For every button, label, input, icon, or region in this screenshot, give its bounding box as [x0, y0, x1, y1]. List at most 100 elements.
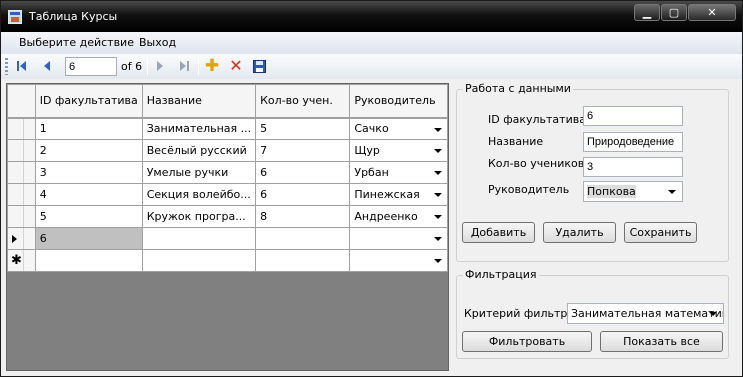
leader-select-value: Попкова	[587, 185, 636, 198]
column-header[interactable]: ID факультатива	[34, 84, 143, 119]
column-header[interactable]: Руководитель	[349, 84, 448, 119]
cell-id[interactable]: 6	[34, 227, 143, 250]
chevron-down-icon[interactable]	[668, 190, 676, 194]
position-input[interactable]	[65, 57, 117, 76]
add-button[interactable]: Добавить	[462, 222, 535, 243]
column-header[interactable]: Кол-во учен.	[255, 84, 351, 119]
id-field[interactable]	[583, 106, 683, 126]
row-header[interactable]	[7, 139, 36, 162]
save-button[interactable]: Сохранить	[624, 222, 697, 243]
cell-name[interactable]	[141, 227, 257, 250]
cell-leader[interactable]: Андреенко	[349, 205, 448, 228]
cell-id[interactable]: 5	[34, 205, 143, 228]
save-items-button[interactable]	[250, 57, 268, 75]
maximize-button[interactable]: ▢	[661, 4, 687, 21]
table-row[interactable]: 3 Умелые ручки 6 Урбан	[7, 161, 448, 184]
toolbar-grip[interactable]	[5, 58, 8, 75]
show-all-button[interactable]: Показать все	[600, 331, 723, 352]
cell-leader-value: Андреенко	[354, 210, 418, 223]
cell-name[interactable]: Секция волейбо...	[141, 183, 257, 206]
row-header[interactable]	[7, 205, 36, 228]
chevron-down-icon[interactable]	[434, 171, 442, 175]
cell-count[interactable]	[255, 227, 351, 250]
table-row-new[interactable]: ✱	[7, 249, 448, 272]
move-last-button[interactable]	[175, 57, 193, 75]
name-field[interactable]	[583, 132, 683, 152]
chevron-down-icon[interactable]	[434, 193, 442, 197]
cell-id[interactable]: 3	[34, 161, 143, 184]
delete-button[interactable]: ✕	[227, 57, 245, 75]
chevron-down-icon[interactable]	[434, 127, 442, 132]
menu-item-exit[interactable]: Выход	[139, 36, 176, 49]
cell-count[interactable]: 5	[255, 117, 351, 140]
cell-name[interactable]: Занимательная ...	[141, 117, 257, 140]
cell-count[interactable]	[255, 249, 351, 272]
binding-navigator: of 6 ✚ ✕	[1, 54, 742, 79]
cell-name[interactable]	[141, 249, 257, 272]
cell-leader-value: Сачко	[354, 122, 389, 136]
main-window: Таблица Курсы ▁ ▢ ✕ Выберите действие Вы…	[0, 0, 743, 377]
cell-leader[interactable]: Урбан	[349, 161, 448, 184]
row-header[interactable]	[7, 117, 36, 140]
cell-name[interactable]: Весёлый русский	[141, 139, 257, 162]
cell-name[interactable]: Умелые ручки	[141, 161, 257, 184]
delete-record-button[interactable]: Удалить	[543, 222, 616, 243]
row-header[interactable]: ✱	[7, 249, 36, 272]
cell-count[interactable]: 7	[255, 139, 351, 162]
toolbar-separator	[198, 58, 199, 75]
cell-count[interactable]: 6	[255, 161, 351, 184]
filter-button[interactable]: Фильтровать	[462, 331, 592, 352]
data-panel-title: Работа с данными	[463, 82, 573, 95]
chevron-down-icon[interactable]	[434, 149, 442, 153]
cell-leader[interactable]	[349, 227, 448, 250]
save-icon	[252, 59, 266, 73]
column-header[interactable]: Название	[141, 84, 257, 119]
count-field[interactable]	[583, 157, 683, 177]
move-first-button[interactable]	[12, 57, 30, 75]
cell-id[interactable]	[34, 249, 143, 272]
cell-leader[interactable]: Пинежская	[349, 183, 448, 206]
cell-id[interactable]: 1	[34, 117, 143, 140]
table-row[interactable]: 1 Занимательная ... 5 Сачко	[7, 117, 448, 140]
corner-header[interactable]	[7, 84, 36, 119]
chevron-down-icon[interactable]	[434, 237, 442, 241]
minimize-icon: ▁	[642, 6, 652, 19]
cell-count[interactable]: 8	[255, 205, 351, 228]
chevron-down-icon[interactable]	[434, 259, 442, 263]
add-new-button[interactable]: ✚	[203, 57, 221, 75]
criteria-select[interactable]: Занимательная математика	[567, 303, 724, 324]
criteria-label: Критерий фильтра	[464, 307, 575, 320]
leader-select[interactable]: Попкова	[583, 181, 683, 202]
move-next-button[interactable]	[151, 57, 169, 75]
app-icon	[8, 10, 22, 24]
filter-panel-title: Фильтрация	[463, 268, 539, 281]
menu-item-select-action[interactable]: Выберите действие	[19, 36, 134, 49]
data-grid[interactable]: ID факультатива Название Кол-во учен. Ру…	[6, 83, 449, 371]
cell-count[interactable]: 6	[255, 183, 351, 206]
table-row-current[interactable]: 6	[7, 227, 448, 250]
criteria-select-value: Занимательная математика	[571, 307, 724, 320]
table-row[interactable]: 2 Весёлый русский 7 Щур	[7, 139, 448, 162]
cell-id[interactable]: 4	[34, 183, 143, 206]
data-grid-table: ID факультатива Название Кол-во учен. Ру…	[7, 84, 448, 272]
row-header[interactable]	[7, 161, 36, 184]
cell-id[interactable]: 2	[34, 139, 143, 162]
data-panel: Работа с данными ID факультатива Названи…	[456, 82, 729, 262]
chevron-down-icon[interactable]	[709, 312, 717, 316]
move-first-icon	[16, 61, 26, 71]
close-icon: ✕	[707, 6, 717, 19]
title-bar[interactable]: Таблица Курсы ▁ ▢ ✕	[1, 1, 742, 32]
cell-leader[interactable]	[349, 249, 448, 272]
table-row[interactable]: 5 Кружок програ... 8 Андреенко	[7, 205, 448, 228]
cell-leader[interactable]: Сачко	[349, 117, 448, 140]
table-row[interactable]: 4 Секция волейбо... 6 Пинежская	[7, 183, 448, 206]
name-label: Название	[488, 135, 544, 148]
minimize-button[interactable]: ▁	[634, 4, 660, 21]
close-button[interactable]: ✕	[688, 4, 736, 21]
row-header[interactable]	[7, 183, 36, 206]
chevron-down-icon[interactable]	[434, 215, 442, 219]
row-header[interactable]	[7, 227, 36, 250]
cell-name[interactable]: Кружок програ...	[141, 205, 257, 228]
move-previous-button[interactable]	[38, 57, 56, 75]
cell-leader[interactable]: Щур	[349, 139, 448, 162]
